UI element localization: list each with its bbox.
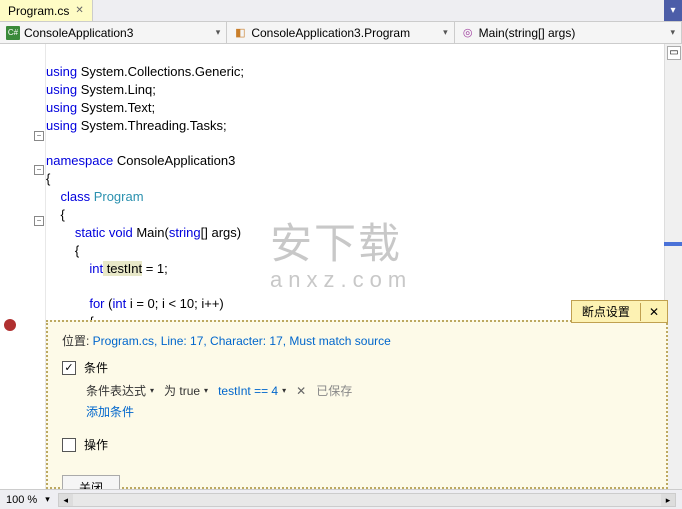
remove-condition-button[interactable]: ✕ bbox=[296, 384, 306, 398]
condition-type-dropdown[interactable]: 条件表达式▾ bbox=[86, 382, 154, 399]
close-icon[interactable]: ✕ bbox=[640, 303, 667, 321]
condition-detail-row: 条件表达式▾ 为 true▾ testInt == 4▾ ✕ 已保存 bbox=[86, 382, 652, 399]
nav-method[interactable]: ◎ Main(string[] args) ▾ bbox=[455, 22, 682, 43]
tab-overflow-button[interactable]: ▾ bbox=[664, 0, 682, 21]
horizontal-scrollbar[interactable]: ◂ ▸ bbox=[58, 493, 676, 507]
conditions-label: 条件 bbox=[84, 359, 108, 376]
tab-bar: Program.cs ✕ ▾ bbox=[0, 0, 682, 22]
actions-label: 操作 bbox=[84, 436, 108, 453]
file-tab[interactable]: Program.cs ✕ bbox=[0, 0, 93, 21]
actions-row: 操作 bbox=[62, 436, 652, 453]
csharp-icon: C# bbox=[6, 26, 20, 40]
add-condition-link[interactable]: 添加条件 bbox=[86, 403, 134, 420]
method-icon: ◎ bbox=[461, 26, 475, 40]
breakpoint-settings-panel: 位置: Program.cs, Line: 17, Character: 17,… bbox=[46, 320, 668, 489]
chevron-down-icon: ▾ bbox=[670, 27, 675, 38]
navigation-bar: C# ConsoleApplication3 ▾ ◧ ConsoleApplic… bbox=[0, 22, 682, 44]
track-marker bbox=[664, 242, 682, 246]
panel-title: 断点设置 bbox=[572, 301, 640, 322]
zoom-level[interactable]: 100 % bbox=[6, 494, 37, 506]
location-link[interactable]: Program.cs, Line: 17, Character: 17, Mus… bbox=[93, 334, 391, 348]
actions-checkbox[interactable] bbox=[62, 438, 76, 452]
nav-class-label: ConsoleApplication3.Program bbox=[251, 26, 410, 40]
breakpoint-panel-header: 断点设置 ✕ bbox=[571, 300, 668, 323]
fold-toggle[interactable]: − bbox=[34, 131, 44, 141]
saved-label: 已保存 bbox=[316, 382, 352, 399]
close-icon[interactable]: ✕ bbox=[75, 5, 83, 16]
location-row: 位置: Program.cs, Line: 17, Character: 17,… bbox=[62, 332, 652, 349]
fold-toggle[interactable]: − bbox=[34, 216, 44, 226]
nav-method-label: Main(string[] args) bbox=[479, 26, 576, 40]
location-label: 位置: bbox=[62, 334, 93, 348]
chevron-down-icon: ▾ bbox=[216, 27, 221, 38]
chevron-down-icon: ▾ bbox=[443, 27, 448, 38]
condition-value-dropdown[interactable]: testInt == 4▾ bbox=[218, 384, 286, 398]
breakpoint-icon[interactable] bbox=[4, 319, 16, 331]
nav-project[interactable]: C# ConsoleApplication3 ▾ bbox=[0, 22, 227, 43]
chevron-down-icon: ▾ bbox=[204, 386, 208, 395]
nav-project-label: ConsoleApplication3 bbox=[24, 26, 133, 40]
conditions-row: 条件 bbox=[62, 359, 652, 376]
chevron-down-icon: ▾ bbox=[282, 386, 286, 395]
scroll-right-arrow[interactable]: ▸ bbox=[661, 494, 675, 506]
chevron-down-icon[interactable]: ▾ bbox=[45, 494, 50, 505]
split-button[interactable]: ▭ bbox=[667, 46, 681, 60]
nav-class[interactable]: ◧ ConsoleApplication3.Program ▾ bbox=[227, 22, 454, 43]
gutter[interactable]: − − − bbox=[0, 44, 46, 489]
tab-title: Program.cs bbox=[8, 4, 69, 18]
status-bar: 100 % ▾ ◂ ▸ bbox=[0, 489, 682, 509]
chevron-down-icon: ▾ bbox=[150, 386, 154, 395]
class-icon: ◧ bbox=[233, 26, 247, 40]
conditions-checkbox[interactable] bbox=[62, 361, 76, 375]
fold-toggle[interactable]: − bbox=[34, 165, 44, 175]
scroll-left-arrow[interactable]: ◂ bbox=[59, 494, 73, 506]
condition-truth-dropdown[interactable]: 为 true▾ bbox=[164, 382, 208, 399]
